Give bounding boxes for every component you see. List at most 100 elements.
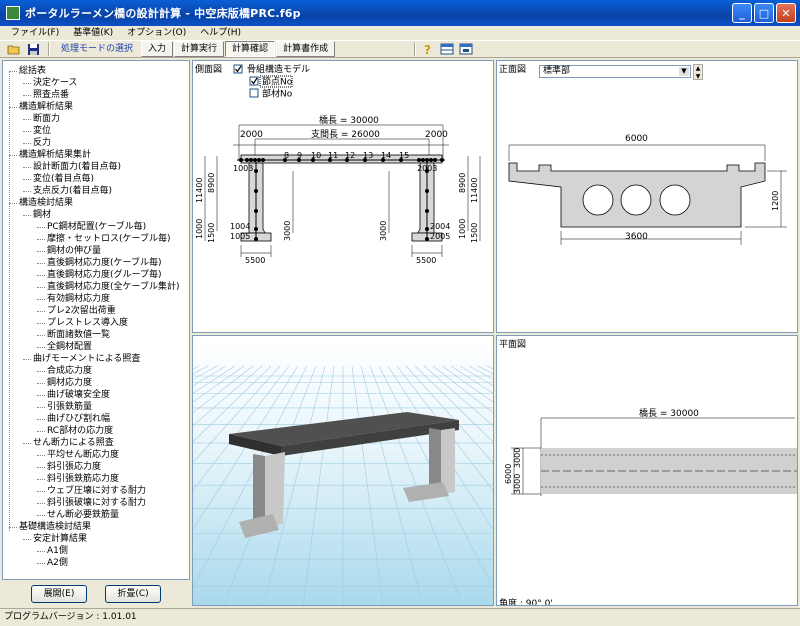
mode-check-button[interactable]: 計算確認 <box>225 41 276 57</box>
tree-item[interactable]: 鋼材の伸び量 <box>3 245 189 257</box>
tree-item-label: 断面力 <box>33 114 61 124</box>
mode-report-button[interactable]: 計算書作成 <box>276 41 336 57</box>
tree-item[interactable]: 斜引張破壊に対する耐力 <box>3 497 189 509</box>
tree-item[interactable]: RC部材の応力度 <box>3 425 189 437</box>
table-icon[interactable] <box>439 42 455 56</box>
node-dot <box>261 158 265 162</box>
menu-help[interactable]: ヘルプ(H) <box>193 26 248 40</box>
tree-item[interactable]: 直後鋼材応力度(全ケーブル集計) <box>3 281 189 293</box>
title-bar: ポータルラーメン橋の設計計算 - 中空床版橋PRC.f6p _ □ ✕ <box>0 0 800 26</box>
menu-file[interactable]: ファイル(F) <box>4 26 66 40</box>
tree-item[interactable]: 構造解析結果 <box>3 101 189 113</box>
member-no-checkbox[interactable] <box>249 88 259 98</box>
tree-item[interactable]: 平均せん断応力度 <box>3 449 189 461</box>
tree-item[interactable]: 基礎構造検討結果 <box>3 521 189 533</box>
minimize-button[interactable]: _ <box>732 3 752 23</box>
node-dot <box>254 209 258 213</box>
tree-item[interactable]: 全鋼材配置 <box>3 341 189 353</box>
tree-item[interactable]: 変位 <box>3 125 189 137</box>
node-dot <box>254 169 258 173</box>
dim-3000-left: 3000 <box>283 221 292 241</box>
tree-item[interactable]: プレストレス導入度 <box>3 317 189 329</box>
dim-8900-right: 8900 <box>458 173 467 193</box>
help-icon[interactable]: ? <box>420 42 436 56</box>
expand-button[interactable]: 展開(E) <box>31 585 87 603</box>
tree-item[interactable]: 合成応力度 <box>3 365 189 377</box>
node-dot <box>254 227 258 231</box>
node-num-11: 11 <box>328 151 338 160</box>
tree-item[interactable]: 断面力 <box>3 113 189 125</box>
bridge-length-dim: 橋長 = 30000 <box>319 114 379 126</box>
tree-item[interactable]: 摩擦・セットロス(ケーブル毎) <box>3 233 189 245</box>
tree-item[interactable]: 照査点番 <box>3 89 189 101</box>
node-dot <box>425 189 429 193</box>
node-dot <box>249 158 253 162</box>
node-no-checkbox[interactable] <box>249 76 259 86</box>
tree-item[interactable]: 鋼材応力度 <box>3 377 189 389</box>
menu-option[interactable]: オプション(O) <box>120 26 193 40</box>
plan-dim-3000-bottom: 3000 <box>513 474 522 494</box>
plan-dim-6000: 6000 <box>504 464 513 484</box>
tree-item-label: 基礎構造検討結果 <box>19 522 92 532</box>
tree-item-label: 全鋼材配置 <box>47 342 93 352</box>
tree-item[interactable]: ウェブ圧壊に対する耐力 <box>3 485 189 497</box>
tree-item[interactable]: 曲げ破壊安全度 <box>3 389 189 401</box>
mode-calc-button[interactable]: 計算実行 <box>174 41 225 57</box>
tree-item[interactable]: 反力 <box>3 137 189 149</box>
tree-item[interactable]: 設計断面力(着目点毎) <box>3 161 189 173</box>
node-dot <box>429 158 433 162</box>
tree-item[interactable]: 有効鋼材応力度 <box>3 293 189 305</box>
node-dot <box>425 227 429 231</box>
maximize-button[interactable]: □ <box>754 3 774 23</box>
tree-item[interactable]: せん断必要鉄筋量 <box>3 509 189 521</box>
node-num-13: 13 <box>363 151 373 160</box>
tree-item-label: 直後鋼材応力度(全ケーブル集計) <box>47 282 180 292</box>
save-icon[interactable] <box>25 42 41 56</box>
tree-item-label: 直後鋼材応力度(グループ毎) <box>47 270 162 280</box>
result-tree[interactable]: 総括表 決定ケース 照査点番 構造解析結果 断面力 変位 反力 構造解析結果集計 設計断面力(着… <box>2 60 190 580</box>
node-2003-label: 2003 <box>417 164 437 173</box>
node-dot <box>253 158 257 162</box>
front-dim-1200: 1200 <box>771 191 780 211</box>
tree-item[interactable]: 斜引張応力度 <box>3 461 189 473</box>
open-folder-icon[interactable] <box>6 42 22 56</box>
3d-view-panel[interactable] <box>192 335 494 606</box>
tree-item[interactable]: 決定ケース <box>3 77 189 89</box>
plan-view-panel: 平面図 橋長 = 30000 6000 3000 3000 角度 : 90° 0… <box>496 335 798 606</box>
mode-select-label: 処理モードの選択 <box>61 44 134 54</box>
tree-item[interactable]: 鋼材 <box>3 209 189 221</box>
tree-item[interactable]: 曲げモーメントによる照査 <box>3 353 189 365</box>
tree-item[interactable]: 直後鋼材応力度(グループ毎) <box>3 269 189 281</box>
frame-model-checkbox[interactable] <box>233 64 243 74</box>
tree-item[interactable]: 構造解析結果集計 <box>3 149 189 161</box>
tree-item-label: 鋼材応力度 <box>47 378 93 388</box>
plan-angle: 角度 : 90° 0' <box>499 599 553 606</box>
node-dot <box>417 158 421 162</box>
tree-item[interactable]: 斜引張鉄筋応力度 <box>3 473 189 485</box>
left-pier <box>248 162 266 234</box>
menu-standard[interactable]: 基準値(K) <box>66 26 120 40</box>
tree-item[interactable]: 支点反力(着目点毎) <box>3 185 189 197</box>
tree-item[interactable]: 断面諸数値一覧 <box>3 329 189 341</box>
tree-item[interactable]: 構造検討結果 <box>3 197 189 209</box>
tree-item[interactable]: 曲げひび割れ幅 <box>3 413 189 425</box>
tree-item[interactable]: PC鋼材配置(ケーブル毎) <box>3 221 189 233</box>
tree-item-label: 反力 <box>33 138 52 148</box>
tree-item-label: 曲げモーメントによる照査 <box>33 354 141 364</box>
tree-item[interactable]: 総括表 <box>3 65 189 77</box>
window-icon[interactable] <box>458 42 474 56</box>
close-button[interactable]: ✕ <box>776 3 796 23</box>
node-1003-label: 1003 <box>233 164 253 173</box>
tree-item[interactable]: 安定計算結果 <box>3 533 189 545</box>
tree-item[interactable]: A2側 <box>3 557 189 569</box>
tree-item[interactable]: プレ2次留出荷重 <box>3 305 189 317</box>
mode-input-button[interactable]: 入力 <box>141 41 174 57</box>
tree-item[interactable]: A1側 <box>3 545 189 557</box>
dim-11400-left: 11400 <box>195 178 204 203</box>
collapse-button[interactable]: 折畳(C) <box>105 585 161 603</box>
tree-item-label: 曲げ破壊安全度 <box>47 390 111 400</box>
tree-item[interactable]: 引張鉄筋量 <box>3 401 189 413</box>
tree-item[interactable]: 変位(着目点毎) <box>3 173 189 185</box>
tree-item[interactable]: せん断力による照査 <box>3 437 189 449</box>
tree-item[interactable]: 直後鋼材応力度(ケーブル毎) <box>3 257 189 269</box>
